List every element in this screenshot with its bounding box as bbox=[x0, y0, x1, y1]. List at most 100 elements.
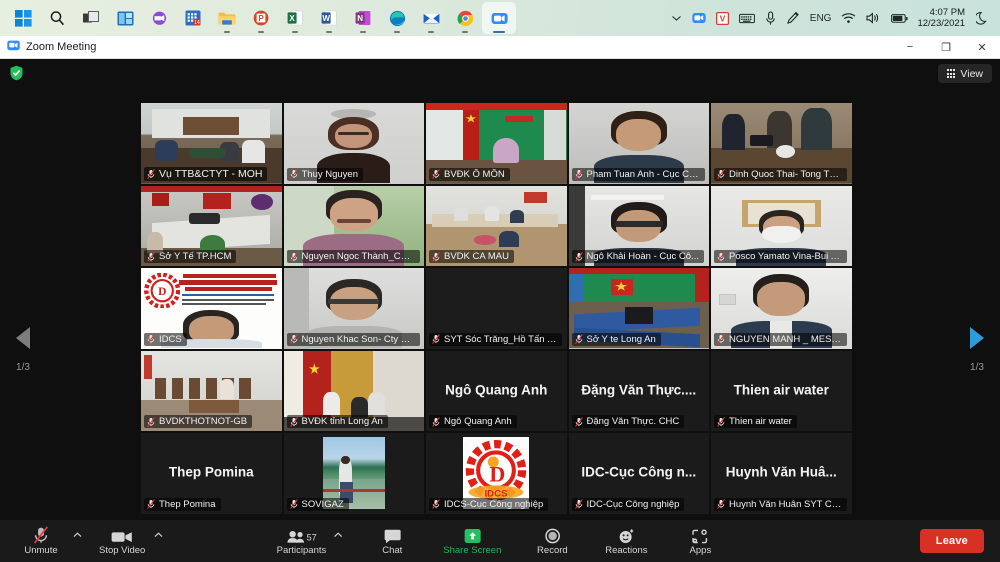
excel-icon[interactable]: X bbox=[278, 2, 312, 34]
participant-tile[interactable]: Dinh Quoc Thai- Tong Th... bbox=[711, 103, 852, 184]
tile-name-label: Thep Pomina bbox=[144, 498, 221, 511]
participant-tile[interactable]: Nguyen Khac Son- Cty Th... bbox=[284, 268, 425, 349]
participant-tile[interactable]: Ngô Quang Anh Ngô Quang Anh bbox=[426, 351, 567, 432]
notification-moon-icon[interactable] bbox=[971, 3, 994, 33]
minimize-button[interactable]: − bbox=[892, 36, 928, 59]
clock[interactable]: 4:07 PM 12/23/2021 bbox=[913, 7, 971, 29]
tile-name-label: IDCS bbox=[144, 333, 187, 346]
mic-off-icon bbox=[575, 417, 583, 427]
mic-off-icon bbox=[290, 252, 298, 262]
participant-tile[interactable]: Thep Pomina Thep Pomina bbox=[141, 433, 282, 514]
tile-name-label: SYT Sóc Trăng_Hồ Tấn Th... bbox=[429, 333, 562, 346]
participant-tile[interactable]: NGUYEN MANH _ MESSER bbox=[711, 268, 852, 349]
mic-off-icon bbox=[575, 252, 583, 262]
participant-display-name: Thien air water bbox=[711, 382, 852, 397]
tile-name-label: Huynh Văn Huân SYT Cà... bbox=[714, 498, 847, 511]
chat-teams-icon[interactable] bbox=[142, 2, 176, 34]
video-options-chevron-icon[interactable] bbox=[151, 530, 166, 550]
apps-button[interactable]: Apps bbox=[673, 520, 727, 562]
participant-tile[interactable]: Sở Y Tế TP.HCM bbox=[141, 186, 282, 267]
volume-icon[interactable] bbox=[861, 3, 886, 33]
mic-off-icon bbox=[432, 417, 440, 427]
zoom-taskbar-icon[interactable] bbox=[482, 2, 516, 34]
file-explorer-icon[interactable] bbox=[210, 2, 244, 34]
zoom-tray-icon[interactable] bbox=[687, 3, 711, 33]
participant-name: Dinh Quoc Thai- Tong Th... bbox=[729, 169, 842, 180]
task-view-icon[interactable] bbox=[74, 2, 108, 34]
previous-page-button[interactable]: 1/3 bbox=[0, 327, 46, 373]
reactions-label: Reactions bbox=[605, 546, 647, 556]
participants-label: Participants bbox=[277, 546, 327, 556]
participant-tile[interactable]: Nguyen Ngoc Thành_Cục... bbox=[284, 186, 425, 267]
stop-video-button[interactable]: Stop Video bbox=[95, 520, 149, 562]
unmute-button[interactable]: Unmute bbox=[14, 520, 68, 562]
participant-name: Nguyen Khac Son- Cty Th... bbox=[302, 334, 415, 345]
participant-tile[interactable]: BVĐK Ô MÔN bbox=[426, 103, 567, 184]
participant-tile[interactable]: Sở Y te Long An bbox=[569, 268, 710, 349]
participant-display-name: Đặng Văn Thực.... bbox=[569, 382, 710, 397]
unmute-label: Unmute bbox=[24, 546, 57, 556]
participant-tile[interactable]: SYT Sóc Trăng_Hồ Tấn Th... bbox=[426, 268, 567, 349]
next-page-button[interactable]: 1/3 bbox=[954, 327, 1000, 373]
reactions-button[interactable]: Reactions bbox=[599, 520, 653, 562]
chrome-icon[interactable] bbox=[448, 2, 482, 34]
participant-tile[interactable]: BVDK CA MAU bbox=[426, 186, 567, 267]
language-indicator[interactable]: ENG bbox=[805, 3, 837, 33]
participant-tile[interactable]: Posco Yamato Vina-Bui A... bbox=[711, 186, 852, 267]
keyboard-icon[interactable] bbox=[734, 3, 760, 33]
participants-options-chevron-icon[interactable] bbox=[330, 530, 345, 550]
mail-icon[interactable] bbox=[414, 2, 448, 34]
microphone-icon[interactable] bbox=[760, 3, 781, 33]
share-screen-label: Share Screen bbox=[443, 546, 501, 556]
encryption-shield-icon[interactable] bbox=[9, 65, 24, 81]
participant-name: Đặng Văn Thực. CHC bbox=[587, 416, 680, 427]
participant-tile[interactable]: BVDKTHOTNOT-GB bbox=[141, 351, 282, 432]
chevron-up-icon[interactable] bbox=[666, 3, 687, 33]
participant-tile[interactable]: Pham Tuan Anh - Cục Cô... bbox=[569, 103, 710, 184]
battery-icon[interactable] bbox=[886, 3, 913, 33]
powerpoint-icon[interactable]: P bbox=[244, 2, 278, 34]
participant-name: BVDK CA MAU bbox=[444, 251, 509, 262]
leave-button[interactable]: Leave bbox=[920, 529, 984, 553]
participant-tile[interactable]: Vụ TTB&CTYT - MOH bbox=[141, 103, 282, 184]
participant-name: SOVIGAZ bbox=[302, 499, 344, 510]
word-icon[interactable]: W bbox=[312, 2, 346, 34]
pen-icon[interactable] bbox=[781, 3, 805, 33]
participant-name: BVĐK Ô MÔN bbox=[444, 169, 505, 180]
meeting-toolbar: Unmute Stop Video 57 Par bbox=[0, 520, 1000, 562]
onenote-icon[interactable]: N bbox=[346, 2, 380, 34]
participant-display-name: Ngô Quang Anh bbox=[426, 382, 567, 397]
zoom-window-titlebar: Zoom Meeting − ❐ ✕ bbox=[0, 36, 1000, 59]
unikey-icon[interactable]: V bbox=[711, 3, 734, 33]
share-screen-button[interactable]: Share Screen bbox=[439, 520, 505, 562]
audio-options-chevron-icon[interactable] bbox=[70, 530, 85, 550]
record-button[interactable]: Record bbox=[525, 520, 579, 562]
participant-tile[interactable]: SOVIGAZ bbox=[284, 433, 425, 514]
maximize-button[interactable]: ❐ bbox=[928, 36, 964, 59]
participant-tile[interactable]: Thuy Nguyen bbox=[284, 103, 425, 184]
tile-name-label: Đặng Văn Thực. CHC bbox=[572, 415, 685, 428]
mic-off-icon bbox=[717, 334, 725, 344]
page-indicator-right: 1/3 bbox=[954, 362, 1000, 373]
participant-tile[interactable]: Ngô Khải Hoàn - Cục Cô... bbox=[569, 186, 710, 267]
start-icon[interactable] bbox=[6, 2, 40, 34]
participant-tile[interactable]: BVĐK tỉnh Long An bbox=[284, 351, 425, 432]
participants-button[interactable]: 57 Participants bbox=[273, 520, 331, 562]
toolbar-center-group: 57 Participants Chat Share Screen bbox=[273, 520, 728, 562]
participant-tile[interactable]: Đặng Văn Thực.... Đặng Văn Thực. CHC bbox=[569, 351, 710, 432]
participant-tile[interactable]: Huynh Văn Huâ... Huynh Văn Huân SYT Cà..… bbox=[711, 433, 852, 514]
close-button[interactable]: ✕ bbox=[964, 36, 1000, 59]
edge-icon[interactable] bbox=[380, 2, 414, 34]
participant-name: Vụ TTB&CTYT - MOH bbox=[159, 168, 262, 180]
grid-view-icon bbox=[947, 69, 956, 78]
participant-tile[interactable]: Thien air water Thien air water bbox=[711, 351, 852, 432]
search-icon[interactable] bbox=[40, 2, 74, 34]
wifi-icon[interactable] bbox=[836, 3, 861, 33]
calendar-icon[interactable]: 14 bbox=[176, 2, 210, 34]
widgets-icon[interactable] bbox=[108, 2, 142, 34]
chat-button[interactable]: Chat bbox=[365, 520, 419, 562]
participant-tile[interactable]: D IDCS IDCS-Cục Công nghiệp bbox=[426, 433, 567, 514]
view-button[interactable]: View bbox=[938, 64, 992, 83]
participant-tile[interactable]: D IDCS bbox=[141, 268, 282, 349]
participant-tile[interactable]: IDC-Cục Công n... IDC-Cục Công nghiệp bbox=[569, 433, 710, 514]
